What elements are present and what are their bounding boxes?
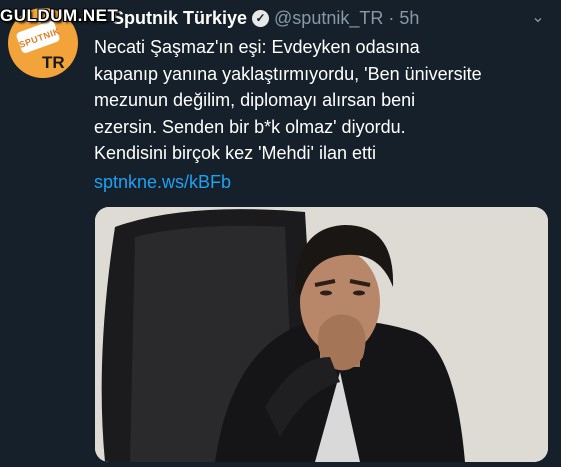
tweet-text: Necati Şaşmaz'ın eşi: Evdeyken odasına k… [94,37,482,163]
verified-badge-icon: ✓ [252,9,270,27]
tweet-link[interactable]: sptnkne.ws/kBFb [94,172,231,193]
tweet-media-image[interactable] [95,207,548,462]
tweet-header: Sputnik Türkiye ✓ @sputnik_TR · 5h [112,7,419,29]
timestamp[interactable]: 5h [399,8,419,29]
site-watermark: GULDUM.NET [0,6,119,25]
avatar-badge: TR [42,53,65,72]
separator-dot: · [388,7,395,28]
display-name[interactable]: Sputnik Türkiye [112,8,247,29]
user-handle[interactable]: @sputnik_TR [274,8,383,29]
media-photo [95,207,548,462]
chevron-down-icon[interactable]: ⌄ [529,9,547,27]
